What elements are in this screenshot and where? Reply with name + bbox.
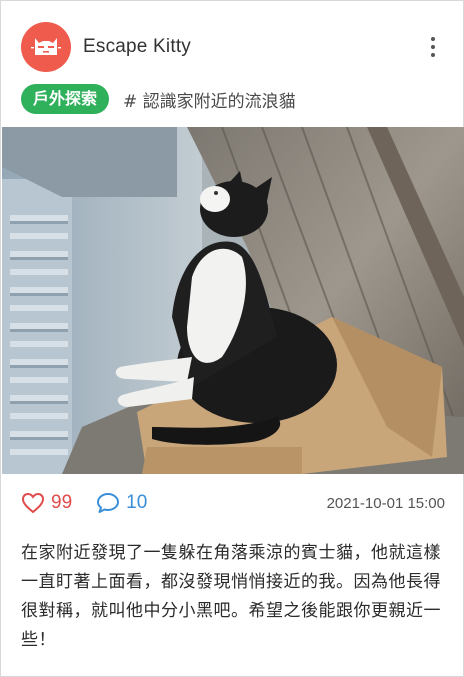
post-tags: 戶外探索 # 認識家附近的流浪貓 xyxy=(21,84,296,114)
hashtag-link[interactable]: # 認識家附近的流浪貓 xyxy=(123,87,296,112)
avatar[interactable] xyxy=(21,22,71,72)
comment-count: 10 xyxy=(126,492,148,513)
menu-dot xyxy=(431,53,435,57)
menu-dot xyxy=(431,45,435,49)
post-header: Escape Kitty xyxy=(21,21,445,73)
post-timestamp: 2021-10-01 15:00 xyxy=(326,494,445,512)
comment-button[interactable]: 10 xyxy=(96,492,147,514)
author-name[interactable]: Escape Kitty xyxy=(83,36,191,58)
comment-bubble-icon xyxy=(97,493,120,513)
like-button[interactable]: 99 xyxy=(21,492,72,514)
post-photo[interactable] xyxy=(2,127,464,474)
cat-photo-illustration xyxy=(2,127,464,474)
like-count: 99 xyxy=(51,492,73,513)
category-badge[interactable]: 戶外探索 xyxy=(21,84,110,114)
menu-dot xyxy=(431,37,435,41)
post-stats: 99 10 2021-10-01 15:00 xyxy=(21,487,445,519)
heart-outline-icon xyxy=(21,492,45,514)
more-vertical-icon[interactable] xyxy=(421,29,445,65)
cat-face-icon xyxy=(31,38,61,55)
post-card: Escape Kitty 戶外探索 # 認識家附近的流浪貓 99 10 2021… xyxy=(0,0,464,677)
post-body: 在家附近發現了一隻躲在角落乘涼的賓士貓，他就這樣一直盯著上面看，都沒發現悄悄接近… xyxy=(21,543,441,650)
